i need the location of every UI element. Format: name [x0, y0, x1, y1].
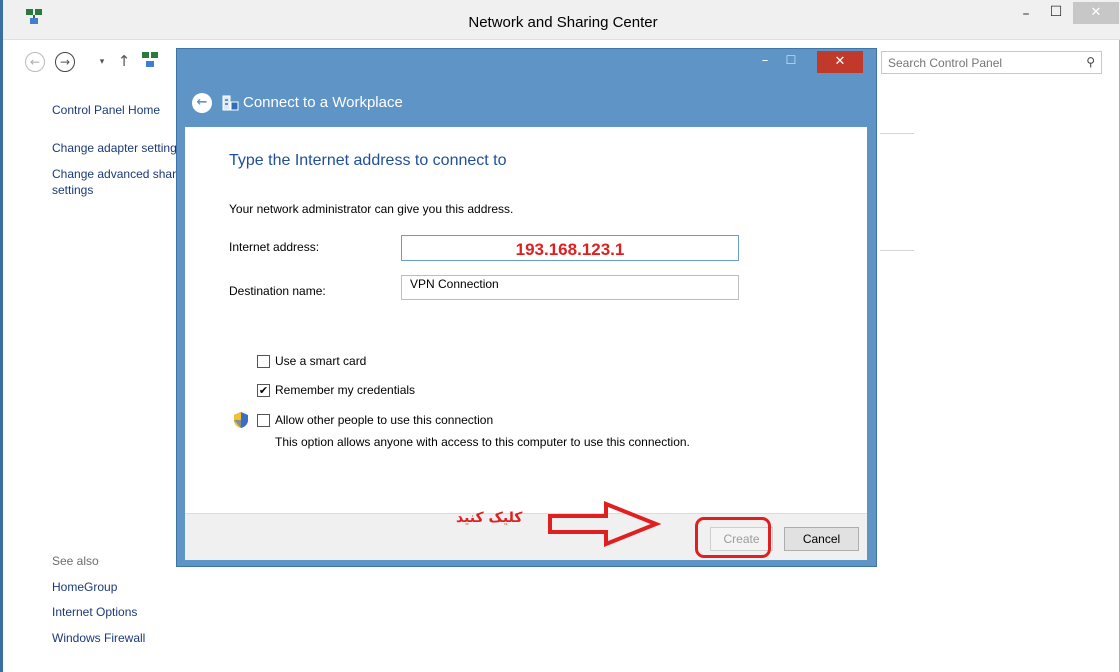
back-button[interactable]: ←: [25, 52, 45, 72]
internet-address-field[interactable]: [401, 235, 739, 261]
dialog-maximize-button[interactable]: ☐: [781, 53, 801, 67]
dialog-minimize-button[interactable]: –: [755, 53, 775, 68]
allow-others-checkbox[interactable]: [257, 414, 270, 427]
divider: [880, 250, 914, 251]
dialog-back-button[interactable]: ←: [192, 93, 212, 113]
forward-button[interactable]: →: [55, 52, 75, 72]
annotation-arrow-icon: [548, 501, 662, 547]
remember-credentials-checkbox[interactable]: ✔: [257, 384, 270, 397]
sidebar-change-advanced-sharing[interactable]: Change advanced sharing: [52, 167, 179, 181]
dialog-body: Type the Internet address to connect to …: [185, 127, 867, 515]
recent-locations-dropdown[interactable]: ▾: [91, 57, 113, 79]
allow-others-label[interactable]: Allow other people to use this connectio…: [275, 413, 493, 427]
see-also-heading: See also: [52, 554, 99, 568]
dialog-header: ← Connect to a Workplace: [177, 85, 876, 133]
close-button[interactable]: ✕: [1073, 2, 1119, 24]
cancel-button[interactable]: Cancel: [784, 527, 859, 551]
connect-workplace-dialog: – ☐ ✕ ← Connect to a Workplace Type the …: [176, 48, 877, 567]
sidebar-change-adapter-settings[interactable]: Change adapter settings: [52, 141, 179, 155]
workplace-network-icon: [222, 95, 239, 111]
internet-address-input[interactable]: [402, 236, 738, 260]
minimize-button[interactable]: –: [1013, 6, 1039, 30]
control-panel-icon[interactable]: [141, 51, 159, 69]
dialog-title: Connect to a Workplace: [243, 94, 403, 111]
see-also-internet-options[interactable]: Internet Options: [52, 605, 137, 619]
destination-name-input[interactable]: [402, 276, 738, 299]
window-titlebar: Network and Sharing Center – ☐ ✕: [3, 0, 1120, 40]
smart-card-checkbox[interactable]: [257, 355, 270, 368]
sidebar-control-panel-home[interactable]: Control Panel Home: [52, 103, 180, 117]
destination-name-field[interactable]: [401, 275, 739, 300]
smart-card-label[interactable]: Use a smart card: [275, 354, 366, 368]
remember-credentials-label[interactable]: Remember my credentials: [275, 383, 415, 397]
window-title: Network and Sharing Center: [468, 14, 658, 31]
destination-name-label: Destination name:: [229, 284, 326, 298]
uac-shield-icon: [234, 412, 248, 428]
search-icon[interactable]: ⚲: [1086, 55, 1095, 69]
dialog-close-button[interactable]: ✕: [817, 51, 863, 73]
annotation-highlight-ring: [695, 517, 771, 558]
sidebar-change-advanced-sharing-settings[interactable]: settings: [52, 183, 93, 197]
dialog-titlebar: – ☐ ✕: [177, 49, 876, 85]
divider: [880, 133, 914, 134]
see-also-homegroup[interactable]: HomeGroup: [52, 580, 117, 594]
dialog-heading: Type the Internet address to connect to: [229, 152, 507, 169]
search-box[interactable]: ⚲: [881, 51, 1102, 74]
dialog-intro-text: Your network administrator can give you …: [229, 202, 514, 216]
see-also-windows-firewall[interactable]: Windows Firewall: [52, 631, 145, 645]
up-button[interactable]: ↑: [113, 52, 135, 74]
search-input[interactable]: [888, 53, 1068, 73]
allow-others-note: This option allows anyone with access to…: [275, 435, 690, 449]
internet-address-label: Internet address:: [229, 240, 320, 254]
annotation-click-text: کلیک کنید: [456, 510, 523, 526]
maximize-button[interactable]: ☐: [1043, 4, 1069, 28]
